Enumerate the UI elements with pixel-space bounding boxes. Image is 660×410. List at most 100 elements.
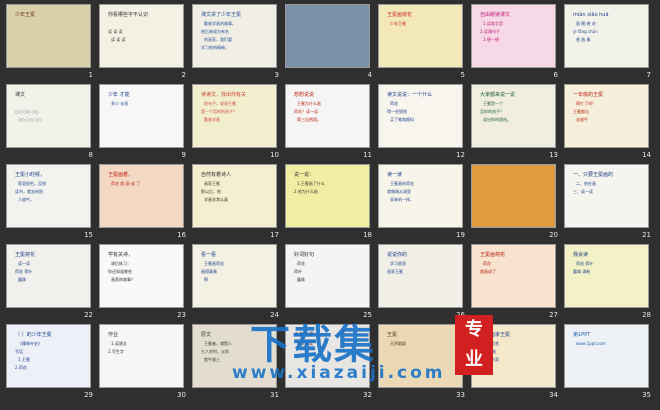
slide-number: 7	[646, 71, 651, 79]
slide-text: 大家都来说一说	[480, 92, 516, 98]
slide-text: 画家的故事？	[111, 277, 135, 282]
slide-number: 5	[460, 71, 465, 79]
slide-number: 20	[549, 231, 558, 239]
slide-text: 荷花？读一读	[294, 109, 318, 114]
slide-text: yì fāng chūn	[573, 29, 598, 34]
slide-text: 王冕小时候，	[15, 172, 46, 178]
slide-number: 1	[88, 71, 93, 79]
slide-text: 家里很穷，没钱	[18, 181, 46, 186]
slide-text: 王冕荷花	[15, 252, 36, 258]
slide-thumbnail[interactable]: 读文说说：一个什么 荷花 得一些铜钱 买了笔和颜料	[378, 84, 463, 148]
slide-thumbnail[interactable]: 说一说： 1.王冕画了什么 2.他为什么画	[285, 164, 370, 228]
slide-text: 是一个怎样的孩子？	[201, 109, 237, 114]
slide-thumbnail[interactable]: 大家都来说一说 王冕是一个 怎样的孩子？ 说出你的理由。	[471, 84, 556, 148]
slide-text: 一年级的王冕	[573, 92, 604, 98]
slide-thumbnail[interactable]: 你看哪些字不认识读 读 读读 读 读	[99, 4, 184, 68]
slide-number: 15	[84, 231, 93, 239]
slide-text: 王冕画荷花	[204, 261, 224, 266]
slide-text: 好词好句	[294, 252, 315, 258]
slide-text: 写话	[15, 349, 23, 354]
slide-thumbnail[interactable]: 课文讲了少年王冕 勤奋学画的故事。 他后来成为有名 的画家，我们要 学习他的精神。	[192, 4, 277, 68]
slide-thumbnail[interactable]: 自然有着诗人 画家王冕 那以后，他 学画非常认真	[192, 164, 277, 228]
slide-number: 13	[549, 151, 558, 159]
slide-thumbnail[interactable]: 一年级的王冕 帮忙了吗？ 王冕都出 去放牛	[564, 84, 649, 148]
slide-number: 23	[177, 311, 186, 319]
slide-text: 荷花 荷叶	[15, 269, 33, 274]
slide-number: 4	[367, 71, 372, 79]
slide-thumbnail[interactable]: （ ）的少年王冕 《儒林外史》 写话 1.王冕 2.荷花	[6, 324, 91, 388]
slide-text: 王冕者，诸暨人	[204, 341, 232, 346]
slide-text: 荷花	[390, 101, 398, 106]
slide-thumbnail[interactable]: 王冕画荷花 少年王冕	[378, 4, 463, 68]
slide-text: 帮忙了吗？	[576, 101, 596, 106]
slide-thumbnail[interactable]: 想想说说 王冕为什么画 荷花？读一读 第三自然段。	[285, 84, 370, 148]
slide-text: （ ）的少年王冕	[15, 332, 52, 338]
watermark-badge-top: 专	[465, 319, 483, 340]
slide-number: 18	[363, 231, 372, 239]
slide-number: 19	[456, 231, 465, 239]
slide-text: mián xiǎo huā	[573, 12, 609, 18]
slide-thumbnail[interactable]: 一、只要王冕画的 二、他在画 三、读一读	[564, 164, 649, 228]
slide-text: 自然有着诗人	[201, 172, 232, 178]
slide-number: 32	[363, 391, 372, 399]
slide-thumbnail[interactable]: 自由朗读课文 1.读准字音 2.读通句子 3.想一想	[471, 4, 556, 68]
slide-thumbnail[interactable]: 少年王冕	[6, 4, 91, 68]
slide-thumbnail[interactable]: 学有关诗， 课后练习： 你还知道哪些 画家的故事？	[99, 244, 184, 308]
slide-text: 2.写生字	[108, 349, 124, 354]
slide-text: 学画非常认真	[204, 197, 228, 202]
slide-text: 我会读	[573, 252, 589, 258]
slide-text: 人放牛。	[18, 197, 34, 202]
slide-text: 2.读通句子	[480, 29, 500, 34]
slide-text: 读文说说：一个什么	[387, 92, 433, 98]
slide-text: 去放牛	[576, 117, 588, 122]
slide-thumbnail[interactable]: 读读文，找出你有关 的句子，说说王冕 是一个怎样的孩子？ 勤奋学画	[192, 84, 277, 148]
slide-text: 天资聪颖	[390, 341, 406, 346]
slide-thumbnail[interactable]: 王冕荷花 读一读 荷花 荷叶 露珠	[6, 244, 91, 308]
slide-text: 买了笔和颜料	[390, 117, 414, 122]
slide-text: 王冕是一个	[483, 101, 503, 106]
slide-text: 王冕画的荷花	[390, 181, 414, 186]
slide-text: 荷花 荷叶	[576, 261, 594, 266]
slide-text: 读 读 读	[108, 29, 123, 34]
slide-thumbnail[interactable]: 少年 才能 多少 长短	[99, 84, 184, 148]
slide-text: 1.王冕	[18, 357, 30, 362]
slide-text: 第1PPT	[573, 332, 591, 338]
slide-thumbnail[interactable]: 好词好句 荷花 荷叶 露珠	[285, 244, 370, 308]
slide-thumbnail[interactable]: 课文 ○○ ○○ ○○ ○○ ○○ ○○	[6, 84, 91, 148]
slide-text: 2.他为什么画	[294, 189, 318, 194]
slide-text: 牧牛陇上	[204, 357, 220, 362]
slide-text: 学习他的精神。	[201, 45, 229, 50]
slide-thumbnail[interactable]: 王冕画着， 荷花 就 画 成 了	[99, 164, 184, 228]
slide-thumbnail[interactable]	[285, 4, 370, 68]
slide-thumbnail[interactable]	[471, 164, 556, 228]
slide-text: 读一读	[387, 172, 403, 178]
slide-thumbnail[interactable]: 说说你的 学习收获 画家王冕	[378, 244, 463, 308]
slide-thumbnail[interactable]: 我会读荷花 荷叶露珠 清新	[564, 244, 649, 308]
slide-thumbnail[interactable]: 作业 1.读课文 2.写生字	[99, 324, 184, 388]
slide-text: 画家王冕	[204, 181, 220, 186]
slide-thumbnail[interactable]: 王冕画荷花 荷花 就画成了	[471, 244, 556, 308]
slide-thumbnail[interactable]: 读一读 王冕画的荷花 就像刚从湖里 采来的一样。	[378, 164, 463, 228]
slide-text: 2.荷花	[15, 365, 27, 370]
slide-text: 读书，就去给别	[15, 189, 43, 194]
slide-text: 少年王冕	[390, 21, 406, 26]
slide-thumbnail[interactable]: mián xiǎo huā 丽 眠 晓 花 yì fāng chūn 香 放 春	[564, 4, 649, 68]
slide-number: 3	[274, 71, 279, 79]
slide-text: 说一说：	[294, 172, 315, 178]
slide-thumbnail[interactable]: 看一看 王冕画荷花 画得真像啊	[192, 244, 277, 308]
slide-text: 就画成了	[480, 269, 496, 274]
slide-thumbnail[interactable]: 第1PPT www.1ppt.com	[564, 324, 649, 388]
slide-text: 王冕画荷花	[387, 12, 413, 18]
slide-text: 想想说说	[294, 92, 315, 98]
slide-text: 的句子，说说王冕	[204, 101, 236, 106]
slide-text: 3.想一想	[483, 37, 499, 42]
slide-text: 看一看	[201, 252, 217, 258]
slide-text: 荷花	[483, 261, 491, 266]
slide-thumbnail[interactable]: 王冕小时候， 家里很穷，没钱 读书，就去给别 人放牛。	[6, 164, 91, 228]
slide-text: 读一读	[18, 261, 30, 266]
slide-text: 露珠 清新	[573, 269, 591, 274]
slide-text: 你看哪些字不认识	[108, 12, 149, 18]
watermark-url: www.xiazaiji.com	[232, 363, 446, 383]
slide-text: 你还知道哪些	[108, 269, 132, 274]
slide-text: ○○ ○○ ○○	[18, 117, 42, 122]
